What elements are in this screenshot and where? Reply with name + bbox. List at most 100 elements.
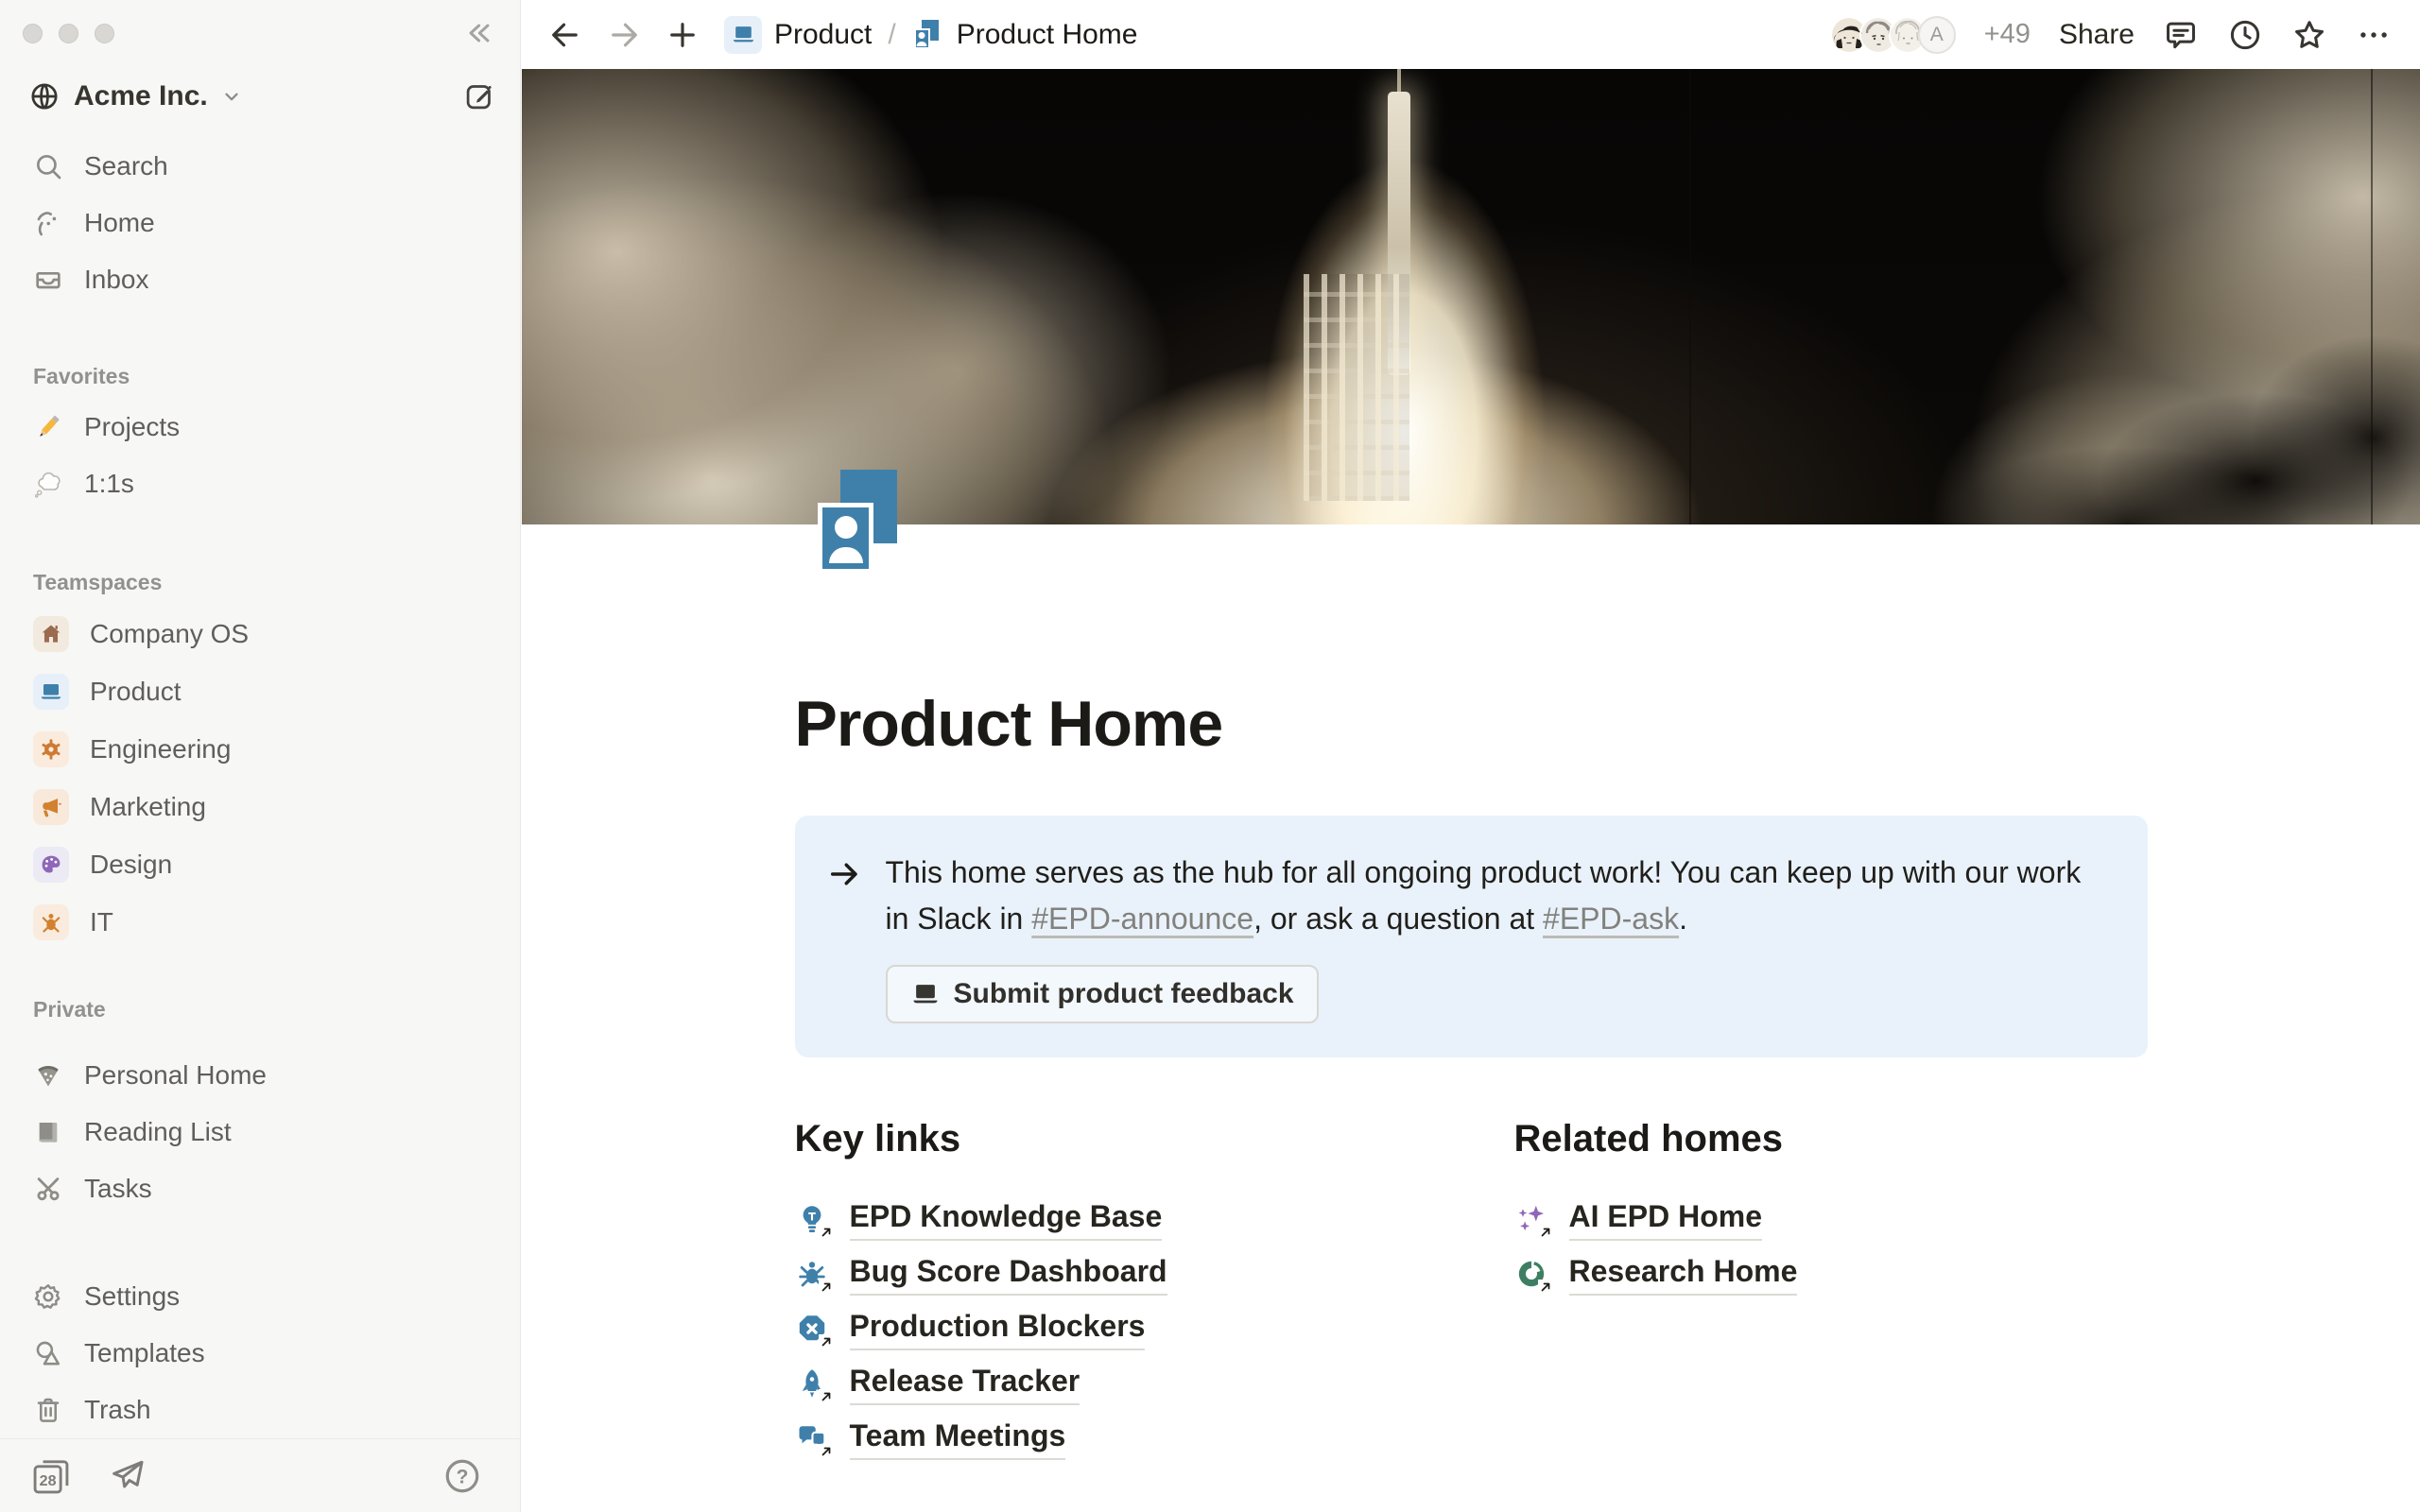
breadcrumb-current[interactable]: Product Home: [957, 19, 1138, 51]
window-controls: [23, 24, 114, 43]
sidebar-item-search[interactable]: Search: [0, 138, 520, 195]
zoom-window-button[interactable]: [95, 24, 114, 43]
send-plane-icon[interactable]: [108, 1456, 147, 1496]
section-header-private[interactable]: Private: [0, 985, 520, 1032]
sidebar-item-settings[interactable]: Settings: [0, 1268, 520, 1325]
topbar: Product / Product Home A: [522, 0, 2420, 69]
link-arrow-icon: [819, 1389, 835, 1405]
gear-icon: [33, 731, 69, 767]
private-section: Private Personal Home Reading List Tasks: [0, 985, 520, 1217]
sidebar-item-1-1s[interactable]: 1:1s: [0, 455, 520, 512]
link-research-home[interactable]: Research Home: [1514, 1247, 2148, 1302]
sidebar-item-label: IT: [90, 907, 113, 937]
sidebar-item-label: Inbox: [84, 265, 149, 295]
sidebar-item-reading-list[interactable]: Reading List: [0, 1104, 520, 1160]
link-team-meetings[interactable]: Team Meetings: [795, 1412, 1427, 1467]
calendar-icon[interactable]: 28: [30, 1455, 72, 1497]
sidebar-item-label: Personal Home: [84, 1060, 267, 1091]
help-icon[interactable]: ?: [442, 1456, 482, 1496]
share-button[interactable]: Share: [2059, 19, 2135, 51]
link-arrow-icon: [1538, 1280, 1554, 1296]
breadcrumb-separator: /: [888, 19, 895, 51]
calendar-day-number: 28: [40, 1472, 57, 1489]
new-tab-plus-icon[interactable]: [666, 18, 700, 52]
sidebar-item-company-os[interactable]: Company OS: [0, 605, 520, 662]
help-question-mark: ?: [457, 1466, 469, 1487]
section-header-teamspaces[interactable]: Teamspaces: [0, 558, 520, 605]
sidebar-item-label: Marketing: [90, 792, 206, 822]
bug-icon: [33, 904, 69, 940]
sidebar-item-product[interactable]: Product: [0, 662, 520, 720]
sidebar-item-personal-home[interactable]: Personal Home: [0, 1047, 520, 1104]
sidebar-item-label: Projects: [84, 412, 180, 442]
sidebar-item-templates[interactable]: Templates: [0, 1325, 520, 1382]
close-window-button[interactable]: [23, 24, 43, 43]
link-epd-knowledge-base[interactable]: EPD Knowledge Base: [795, 1193, 1427, 1247]
forward-arrow-icon[interactable]: [607, 18, 641, 52]
minimize-window-button[interactable]: [59, 24, 78, 43]
arrow-right-icon: [827, 850, 861, 1023]
link-bug-score-dashboard[interactable]: Bug Score Dashboard: [795, 1247, 1427, 1302]
sidebar-item-label: Design: [90, 850, 172, 880]
key-links-column: Key links EPD Knowledge Base Bug Score D…: [795, 1118, 1427, 1467]
house-icon: [33, 616, 69, 652]
callout-text-mid: , or ask a question at: [1253, 902, 1543, 936]
sidebar-item-tasks[interactable]: Tasks: [0, 1160, 520, 1217]
page-title[interactable]: Product Home: [795, 687, 2148, 761]
back-arrow-icon[interactable]: [548, 18, 582, 52]
book-icon: [33, 1117, 63, 1147]
slack-channel-link-epd-ask[interactable]: #EPD-ask: [1543, 902, 1679, 936]
sidebar-item-label: 1:1s: [84, 469, 134, 499]
callout-block[interactable]: This home serves as the hub for all ongo…: [795, 816, 2148, 1057]
link-release-tracker[interactable]: Release Tracker: [795, 1357, 1427, 1412]
megaphone-icon: [33, 789, 69, 825]
link-production-blockers[interactable]: Production Blockers: [795, 1302, 1427, 1357]
templates-icon: [33, 1338, 63, 1368]
link-label: EPD Knowledge Base: [850, 1199, 1163, 1241]
sidebar-item-design[interactable]: Design: [0, 835, 520, 893]
sidebar-item-label: Reading List: [84, 1117, 232, 1147]
sidebar-item-label: Trash: [84, 1395, 151, 1425]
sidebar-item-marketing[interactable]: Marketing: [0, 778, 520, 835]
sidebar-item-it[interactable]: IT: [0, 893, 520, 951]
sidebar-header: [0, 0, 520, 66]
more-options-icon[interactable]: [2356, 17, 2392, 53]
link-label: Production Blockers: [850, 1309, 1146, 1350]
breadcrumb-product-laptop-icon[interactable]: [724, 16, 762, 54]
history-clock-icon[interactable]: [2227, 17, 2263, 53]
teamspaces-section: Teamspaces Company OS Product Engineerin…: [0, 558, 520, 951]
submit-product-feedback-button[interactable]: Submit product feedback: [886, 965, 1319, 1023]
link-ai-epd-home[interactable]: AI EPD Home: [1514, 1193, 2148, 1247]
breadcrumb: Product / Product Home: [724, 16, 1137, 54]
presence-overflow-count[interactable]: +49: [1984, 19, 2031, 50]
sidebar-item-home[interactable]: Home: [0, 195, 520, 251]
sidebar-item-engineering[interactable]: Engineering: [0, 720, 520, 778]
settings-gear-icon: [33, 1281, 63, 1312]
sidebar-item-inbox[interactable]: Inbox: [0, 251, 520, 308]
link-arrow-icon: [819, 1225, 835, 1241]
presence-avatars[interactable]: A: [1830, 16, 1956, 54]
key-links-heading: Key links: [795, 1118, 1427, 1160]
collapse-sidebar-icon[interactable]: [465, 18, 495, 48]
search-icon: [33, 151, 63, 181]
sidebar: Acme Inc. Search Home Inbox Favor: [0, 0, 521, 1512]
favorite-star-icon[interactable]: [2291, 17, 2327, 53]
pizza-icon: [33, 1060, 63, 1091]
sidebar-item-trash[interactable]: Trash: [0, 1382, 520, 1438]
inbox-icon: [33, 265, 63, 295]
new-page-compose-icon[interactable]: [463, 80, 495, 112]
sidebar-item-label: Settings: [84, 1281, 180, 1312]
slack-channel-link-epd-announce[interactable]: #EPD-announce: [1031, 902, 1253, 936]
link-arrow-icon: [819, 1334, 835, 1350]
link-arrow-icon: [819, 1444, 835, 1460]
workspace-switcher[interactable]: Acme Inc.: [0, 66, 520, 127]
sidebar-item-label: Product: [90, 677, 182, 707]
sidebar-item-projects[interactable]: Projects: [0, 399, 520, 455]
link-label: AI EPD Home: [1569, 1199, 1762, 1241]
link-label: Bug Score Dashboard: [850, 1254, 1167, 1296]
button-label: Submit product feedback: [954, 978, 1294, 1010]
breadcrumb-parent[interactable]: Product: [774, 19, 872, 51]
section-header-favorites[interactable]: Favorites: [0, 352, 520, 399]
comments-icon[interactable]: [2163, 17, 2199, 53]
link-label: Research Home: [1569, 1254, 1798, 1296]
